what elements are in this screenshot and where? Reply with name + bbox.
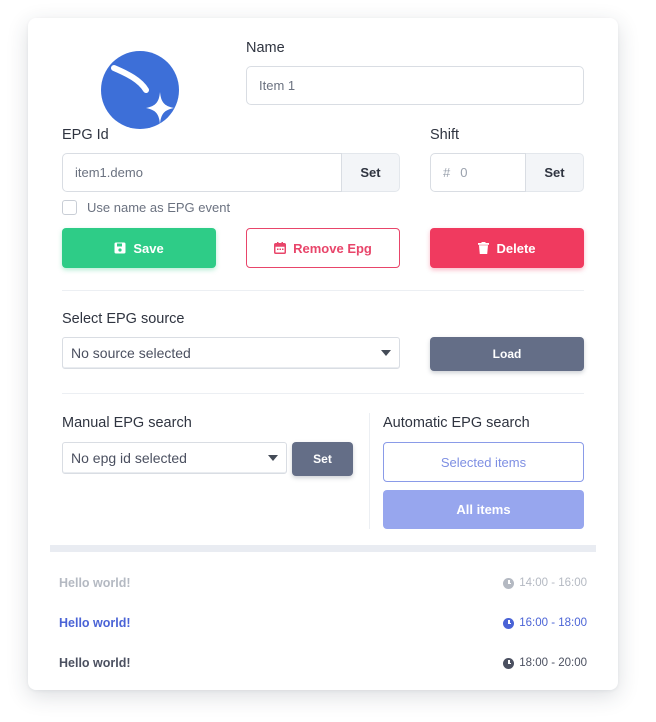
shift-set-button[interactable]: Set	[526, 153, 584, 192]
clock-icon	[503, 577, 515, 589]
name-label: Name	[246, 40, 285, 56]
epg-id-select[interactable]: No epg id selected	[62, 442, 287, 474]
epg-source-select[interactable]: No source selected	[62, 337, 400, 369]
event-title: Hello world!	[59, 576, 131, 590]
delete-button[interactable]: Delete	[430, 228, 584, 268]
list-item[interactable]: Hello world! 18:00 - 20:00	[59, 651, 587, 675]
list-item[interactable]: Hello world! 16:00 - 18:00	[59, 611, 587, 635]
floppy-icon	[114, 242, 126, 254]
event-time-text: 14:00 - 16:00	[519, 577, 587, 589]
event-title: Hello world!	[59, 656, 131, 670]
epg-source-value: No source selected	[71, 345, 191, 361]
epg-id-select-value: No epg id selected	[71, 450, 187, 466]
divider	[62, 393, 584, 394]
hash-prefix: #	[443, 165, 451, 180]
remove-epg-label: Remove Epg	[293, 240, 372, 256]
load-button[interactable]: Load	[430, 337, 584, 371]
shift-field[interactable]: # 0	[430, 153, 526, 192]
epg-id-label: EPG Id	[62, 127, 109, 143]
epg-id-set-button[interactable]: Set	[342, 153, 400, 192]
event-time: 18:00 - 20:00	[503, 657, 587, 669]
calendar-icon	[274, 242, 287, 254]
epg-id-field[interactable]: item1.demo	[62, 153, 342, 192]
remove-epg-button[interactable]: Remove Epg	[246, 228, 400, 268]
vertical-divider	[369, 413, 370, 529]
logo-icon	[100, 50, 180, 130]
list-item[interactable]: Hello world! 14:00 - 16:00	[59, 571, 587, 595]
selected-items-button[interactable]: Selected items	[383, 442, 584, 482]
save-label: Save	[133, 240, 164, 256]
clock-icon	[503, 617, 515, 629]
name-field[interactable]: Item 1	[246, 66, 584, 105]
event-time: 14:00 - 16:00	[503, 577, 587, 589]
divider	[62, 290, 584, 291]
clock-icon	[503, 657, 515, 669]
event-time-text: 18:00 - 20:00	[519, 657, 587, 669]
manual-search-label: Manual EPG search	[62, 415, 192, 431]
shift-placeholder: 0	[460, 165, 468, 180]
use-name-checkbox[interactable]: Use name as EPG event	[62, 200, 230, 215]
event-time-text: 16:00 - 18:00	[519, 617, 587, 629]
event-time: 16:00 - 18:00	[503, 617, 587, 629]
trash-icon	[478, 242, 490, 254]
chevron-down-icon	[381, 350, 391, 356]
epg-source-label: Select EPG source	[62, 311, 185, 327]
chevron-down-icon	[268, 455, 278, 461]
delete-label: Delete	[496, 240, 536, 256]
manual-set-button[interactable]: Set	[292, 442, 353, 476]
automatic-search-label: Automatic EPG search	[383, 415, 530, 431]
epg-editor-card: Name Item 1 EPG Id item1.demo Set Shift …	[28, 18, 618, 690]
save-button[interactable]: Save	[62, 228, 216, 268]
shift-label: Shift	[430, 127, 460, 143]
checkbox-label: Use name as EPG event	[87, 200, 231, 215]
all-items-button[interactable]: All items	[383, 490, 584, 529]
event-title: Hello world!	[59, 616, 131, 630]
checkbox-box[interactable]	[62, 200, 77, 215]
section-separator	[50, 545, 596, 552]
